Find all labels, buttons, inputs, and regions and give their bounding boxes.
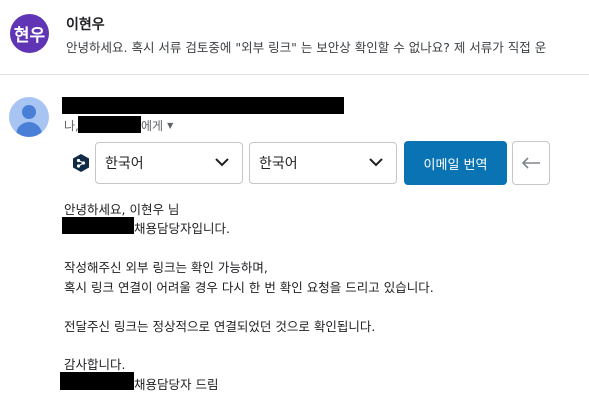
sender-name: 이현우 bbox=[66, 17, 105, 33]
arrow-left-icon bbox=[521, 157, 540, 169]
back-button[interactable] bbox=[512, 141, 550, 185]
redacted-recipient bbox=[78, 116, 141, 133]
source-language-select[interactable]: 한국어 bbox=[95, 142, 243, 184]
message-snippet: 안녕하세요. 혹시 서류 검토중에 "외부 링크" 는 보안상 확인할 수 없나… bbox=[66, 40, 547, 55]
body-intro: 채용담당자입니다. bbox=[134, 221, 230, 236]
redacted-company bbox=[62, 217, 134, 234]
chevron-down-icon bbox=[215, 158, 229, 167]
body-signature: 채용담당자 드림 bbox=[134, 377, 219, 392]
body-paragraph-1-line-1: 작성해주신 외부 링크는 확인 가능하며, bbox=[64, 260, 268, 275]
translate-email-button[interactable]: 이메일 번역 bbox=[404, 141, 507, 185]
to-suffix: 에게 bbox=[141, 119, 164, 133]
target-language-select[interactable]: 한국어 bbox=[249, 142, 397, 184]
redacted-company-signature bbox=[60, 372, 134, 390]
body-thanks: 감사합니다. bbox=[64, 357, 126, 372]
translate-bar: 한국어 한국어 이메일 번역 bbox=[62, 140, 589, 186]
person-icon-body bbox=[16, 122, 42, 137]
redacted-sender-name bbox=[62, 97, 344, 114]
thread-previous-message[interactable]: 현우 이현우 안녕하세요. 혹시 서류 검토중에 "외부 링크" 는 보안상 확… bbox=[0, 0, 589, 75]
details-dropdown-icon[interactable]: ▼ bbox=[167, 121, 173, 130]
avatar: 현우 bbox=[10, 14, 49, 53]
to-prefix: 나, bbox=[64, 119, 79, 133]
body-greeting: 안녕하세요, 이현우 님 bbox=[64, 202, 180, 217]
deepl-icon bbox=[73, 154, 89, 172]
target-language-value: 한국어 bbox=[259, 156, 298, 172]
body-paragraph-2: 전달주신 링크는 정상적으로 연결되었던 것으로 확인됩니다. bbox=[64, 319, 376, 334]
sender-avatar bbox=[9, 97, 49, 137]
chevron-down-icon bbox=[369, 158, 383, 167]
source-language-value: 한국어 bbox=[105, 156, 144, 172]
body-paragraph-1-line-2: 혹시 링크 연결이 어려울 경우 다시 한 번 확인 요청을 드리고 있습니다. bbox=[64, 280, 434, 295]
person-icon-head bbox=[22, 105, 36, 119]
